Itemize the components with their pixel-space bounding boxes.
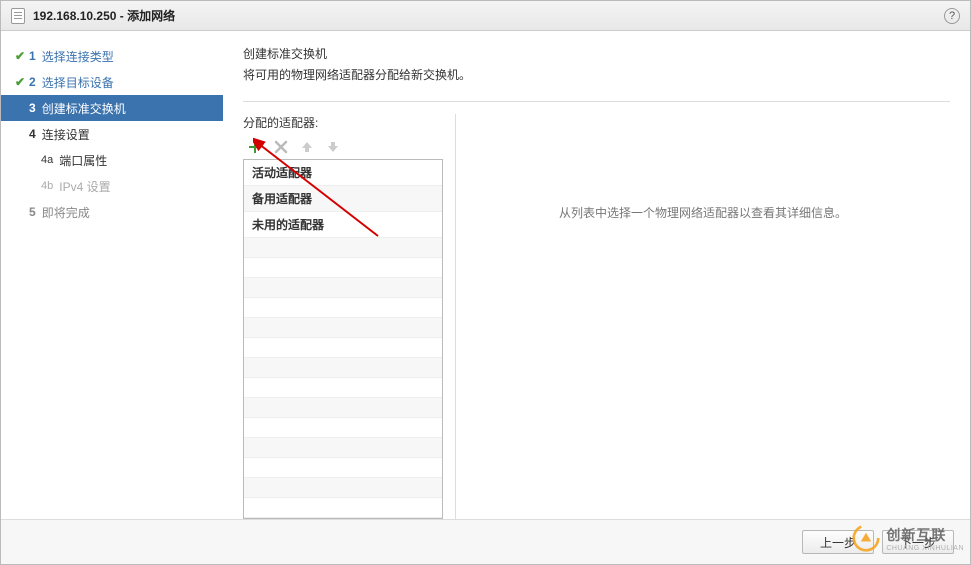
adapter-toolbar [243,139,443,155]
group-standby-adapters[interactable]: 备用适配器 [244,186,442,212]
step-ready-to-complete[interactable]: 5 即将完成 [1,199,223,225]
step-select-connection-type[interactable]: ✔ 1 选择连接类型 [1,43,223,69]
adapter-details-panel: 从列表中选择一个物理网络适配器以查看其详细信息。 [455,114,950,519]
remove-icon[interactable] [273,139,289,155]
dialog-body: ✔ 1 选择连接类型 ✔ 2 选择目标设备 3 创建标准交换机 4 连接设置 4… [1,31,970,520]
list-filler [244,238,442,518]
check-icon: ✔ [11,49,29,63]
content-row: 分配的适配器: [243,114,950,519]
step-create-standard-switch[interactable]: 3 创建标准交换机 [1,95,223,121]
step-select-target-device[interactable]: ✔ 2 选择目标设备 [1,69,223,95]
page-heading: 创建标准交换机 [243,45,950,62]
page-subheading: 将可用的物理网络适配器分配给新交换机。 [243,66,950,83]
adapter-list[interactable]: 活动适配器 备用适配器 未用的适配器 [243,159,443,519]
back-button[interactable]: 上一步 [802,530,874,554]
next-button[interactable]: 下一步 [882,530,954,554]
divider [243,101,950,102]
dialog-window: 192.168.10.250 - 添加网络 ? ✔ 1 选择连接类型 ✔ 2 选… [0,0,971,565]
step-connection-settings[interactable]: 4 连接设置 [1,121,223,147]
help-icon[interactable]: ? [944,8,960,24]
dialog-footer: 上一步 下一步 [1,520,970,564]
group-active-adapters[interactable]: 活动适配器 [244,160,442,186]
assigned-adapters-column: 分配的适配器: [243,114,443,519]
assigned-adapters-label: 分配的适配器: [243,114,443,131]
step-ipv4-settings[interactable]: 4b IPv4 设置 [1,173,223,199]
move-up-icon[interactable] [299,139,315,155]
window-title: 192.168.10.250 - 添加网络 [33,7,175,24]
details-placeholder: 从列表中选择一个物理网络适配器以查看其详细信息。 [559,204,847,221]
check-icon: ✔ [11,75,29,89]
wizard-steps: ✔ 1 选择连接类型 ✔ 2 选择目标设备 3 创建标准交换机 4 连接设置 4… [1,31,223,519]
host-icon [11,8,25,24]
add-icon[interactable] [247,139,263,155]
step-port-properties[interactable]: 4a 端口属性 [1,147,223,173]
titlebar: 192.168.10.250 - 添加网络 ? [1,1,970,31]
move-down-icon[interactable] [325,139,341,155]
group-unused-adapters[interactable]: 未用的适配器 [244,212,442,238]
main-panel: 创建标准交换机 将可用的物理网络适配器分配给新交换机。 分配的适配器: [223,31,970,519]
